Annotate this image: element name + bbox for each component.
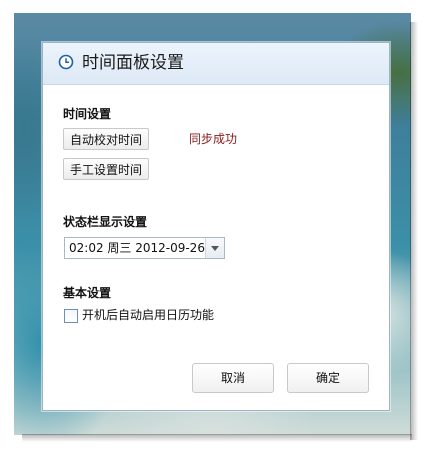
dialog-title: 时间面板设置	[82, 53, 184, 73]
dialog-titlebar: 时间面板设置	[43, 43, 389, 85]
cancel-button[interactable]: 取消	[192, 363, 274, 393]
frame-shadow-bottom	[22, 434, 412, 442]
launch-calendar-checkbox[interactable]	[64, 309, 78, 323]
launch-calendar-checkbox-label[interactable]: 开机后自动启用日历功能	[82, 307, 214, 323]
chevron-down-icon[interactable]	[205, 238, 224, 258]
statusbar-format-select[interactable]: 02:02 周三 2012-09-26	[64, 237, 225, 259]
basic-settings-label: 基本设置	[63, 286, 112, 300]
manual-set-time-button[interactable]: 手工设置时间	[63, 158, 149, 180]
sync-status-text: 同步成功	[189, 132, 238, 146]
clock-icon	[58, 54, 74, 70]
time-settings-label: 时间设置	[63, 107, 112, 121]
statusbar-display-label: 状态栏显示设置	[63, 215, 148, 229]
frame-shadow-right	[410, 22, 418, 440]
statusbar-format-value: 02:02 周三 2012-09-26	[69, 241, 205, 255]
ok-button[interactable]: 确定	[287, 363, 369, 393]
auto-sync-time-button[interactable]: 自动校对时间	[63, 128, 149, 150]
screenshot-frame: 时间面板设置 时间设置 自动校对时间 同步成功 手工设置时间 状态栏显示设置 0…	[0, 0, 430, 452]
time-panel-settings-dialog: 时间面板设置 时间设置 自动校对时间 同步成功 手工设置时间 状态栏显示设置 0…	[42, 42, 390, 411]
